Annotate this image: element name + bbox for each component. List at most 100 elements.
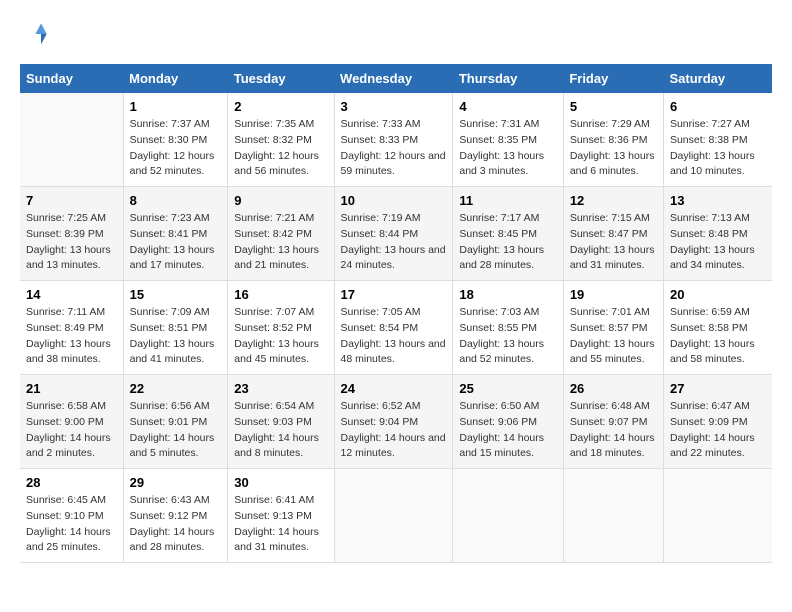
week-row-5: 28 Sunrise: 6:45 AMSunset: 9:10 PMDayligh… <box>20 469 772 563</box>
day-cell: 1 Sunrise: 7:37 AMSunset: 8:30 PMDaylight… <box>123 93 228 187</box>
day-cell: 14 Sunrise: 7:11 AMSunset: 8:49 PMDayligh… <box>20 281 123 375</box>
day-info: Sunrise: 7:01 AMSunset: 8:57 PMDaylight:… <box>570 305 657 368</box>
col-header-wednesday: Wednesday <box>334 64 453 93</box>
day-info: Sunrise: 6:48 AMSunset: 9:07 PMDaylight:… <box>570 399 657 462</box>
day-info: Sunrise: 7:29 AMSunset: 8:36 PMDaylight:… <box>570 117 657 180</box>
day-info: Sunrise: 7:35 AMSunset: 8:32 PMDaylight:… <box>234 117 327 180</box>
day-number: 1 <box>130 99 222 114</box>
day-cell: 28 Sunrise: 6:45 AMSunset: 9:10 PMDayligh… <box>20 469 123 563</box>
col-header-saturday: Saturday <box>663 64 772 93</box>
day-cell: 24Sunrise: 6:52 AMSunset: 9:04 PMDayligh… <box>334 375 453 469</box>
logo <box>20 20 52 48</box>
day-cell: 23 Sunrise: 6:54 AMSunset: 9:03 PMDayligh… <box>228 375 334 469</box>
day-number: 19 <box>570 287 657 302</box>
day-number: 12 <box>570 193 657 208</box>
day-cell: 13 Sunrise: 7:13 AMSunset: 8:48 PMDayligh… <box>663 187 772 281</box>
day-info: Sunrise: 7:33 AMSunset: 8:33 PMDaylight:… <box>341 117 447 180</box>
day-info: Sunrise: 6:43 AMSunset: 9:12 PMDaylight:… <box>130 493 222 556</box>
day-cell: 3 Sunrise: 7:33 AMSunset: 8:33 PMDaylight… <box>334 93 453 187</box>
day-info: Sunrise: 6:56 AMSunset: 9:01 PMDaylight:… <box>130 399 222 462</box>
day-cell: 6Sunrise: 7:27 AMSunset: 8:38 PMDaylight… <box>663 93 772 187</box>
day-info: Sunrise: 7:07 AMSunset: 8:52 PMDaylight:… <box>234 305 327 368</box>
day-cell: 5 Sunrise: 7:29 AMSunset: 8:36 PMDaylight… <box>563 93 663 187</box>
day-number: 11 <box>459 193 556 208</box>
day-info: Sunrise: 7:23 AMSunset: 8:41 PMDaylight:… <box>130 211 222 274</box>
day-info: Sunrise: 7:25 AMSunset: 8:39 PMDaylight:… <box>26 211 117 274</box>
logo-icon <box>20 20 48 48</box>
week-row-3: 14 Sunrise: 7:11 AMSunset: 8:49 PMDayligh… <box>20 281 772 375</box>
day-info: Sunrise: 7:17 AMSunset: 8:45 PMDaylight:… <box>459 211 556 274</box>
day-cell: 2 Sunrise: 7:35 AMSunset: 8:32 PMDaylight… <box>228 93 334 187</box>
day-number: 28 <box>26 475 117 490</box>
day-cell <box>453 469 563 563</box>
day-info: Sunrise: 7:31 AMSunset: 8:35 PMDaylight:… <box>459 117 556 180</box>
day-cell: 8 Sunrise: 7:23 AMSunset: 8:41 PMDaylight… <box>123 187 228 281</box>
day-number: 25 <box>459 381 556 396</box>
day-info: Sunrise: 6:54 AMSunset: 9:03 PMDaylight:… <box>234 399 327 462</box>
day-cell: 26Sunrise: 6:48 AMSunset: 9:07 PMDayligh… <box>563 375 663 469</box>
col-header-friday: Friday <box>563 64 663 93</box>
day-number: 8 <box>130 193 222 208</box>
day-cell: 27 Sunrise: 6:47 AMSunset: 9:09 PMDayligh… <box>663 375 772 469</box>
day-cell <box>20 93 123 187</box>
week-row-4: 21 Sunrise: 6:58 AMSunset: 9:00 PMDayligh… <box>20 375 772 469</box>
day-info: Sunrise: 7:09 AMSunset: 8:51 PMDaylight:… <box>130 305 222 368</box>
day-cell: 15 Sunrise: 7:09 AMSunset: 8:51 PMDayligh… <box>123 281 228 375</box>
calendar-header-row: SundayMondayTuesdayWednesdayThursdayFrid… <box>20 64 772 93</box>
day-number: 21 <box>26 381 117 396</box>
day-number: 20 <box>670 287 766 302</box>
day-number: 6 <box>670 99 766 114</box>
day-cell: 18Sunrise: 7:03 AMSunset: 8:55 PMDayligh… <box>453 281 563 375</box>
day-cell <box>334 469 453 563</box>
day-cell <box>663 469 772 563</box>
day-info: Sunrise: 6:58 AMSunset: 9:00 PMDaylight:… <box>26 399 117 462</box>
day-number: 2 <box>234 99 327 114</box>
day-info: Sunrise: 7:15 AMSunset: 8:47 PMDaylight:… <box>570 211 657 274</box>
day-info: Sunrise: 7:03 AMSunset: 8:55 PMDaylight:… <box>459 305 556 368</box>
day-cell: 9 Sunrise: 7:21 AMSunset: 8:42 PMDaylight… <box>228 187 334 281</box>
week-row-2: 7Sunrise: 7:25 AMSunset: 8:39 PMDaylight… <box>20 187 772 281</box>
col-header-sunday: Sunday <box>20 64 123 93</box>
day-number: 9 <box>234 193 327 208</box>
day-cell <box>563 469 663 563</box>
day-info: Sunrise: 7:13 AMSunset: 8:48 PMDaylight:… <box>670 211 766 274</box>
day-cell: 7Sunrise: 7:25 AMSunset: 8:39 PMDaylight… <box>20 187 123 281</box>
day-cell: 12 Sunrise: 7:15 AMSunset: 8:47 PMDayligh… <box>563 187 663 281</box>
day-info: Sunrise: 7:19 AMSunset: 8:44 PMDaylight:… <box>341 211 447 274</box>
day-cell: 30 Sunrise: 6:41 AMSunset: 9:13 PMDayligh… <box>228 469 334 563</box>
day-number: 14 <box>26 287 117 302</box>
day-cell: 17 Sunrise: 7:05 AMSunset: 8:54 PMDayligh… <box>334 281 453 375</box>
day-number: 30 <box>234 475 327 490</box>
day-cell: 22 Sunrise: 6:56 AMSunset: 9:01 PMDayligh… <box>123 375 228 469</box>
day-cell: 4 Sunrise: 7:31 AMSunset: 8:35 PMDaylight… <box>453 93 563 187</box>
day-number: 5 <box>570 99 657 114</box>
day-cell: 11 Sunrise: 7:17 AMSunset: 8:45 PMDayligh… <box>453 187 563 281</box>
day-info: Sunrise: 6:59 AMSunset: 8:58 PMDaylight:… <box>670 305 766 368</box>
day-cell: 21 Sunrise: 6:58 AMSunset: 9:00 PMDayligh… <box>20 375 123 469</box>
day-number: 17 <box>341 287 447 302</box>
day-number: 3 <box>341 99 447 114</box>
day-cell: 25Sunrise: 6:50 AMSunset: 9:06 PMDayligh… <box>453 375 563 469</box>
day-info: Sunrise: 6:45 AMSunset: 9:10 PMDaylight:… <box>26 493 117 556</box>
day-number: 27 <box>670 381 766 396</box>
week-row-1: 1 Sunrise: 7:37 AMSunset: 8:30 PMDaylight… <box>20 93 772 187</box>
day-cell: 29Sunrise: 6:43 AMSunset: 9:12 PMDayligh… <box>123 469 228 563</box>
day-info: Sunrise: 6:52 AMSunset: 9:04 PMDaylight:… <box>341 399 447 462</box>
day-info: Sunrise: 6:41 AMSunset: 9:13 PMDaylight:… <box>234 493 327 556</box>
day-cell: 20 Sunrise: 6:59 AMSunset: 8:58 PMDayligh… <box>663 281 772 375</box>
col-header-thursday: Thursday <box>453 64 563 93</box>
day-info: Sunrise: 7:21 AMSunset: 8:42 PMDaylight:… <box>234 211 327 274</box>
day-number: 23 <box>234 381 327 396</box>
day-info: Sunrise: 7:11 AMSunset: 8:49 PMDaylight:… <box>26 305 117 368</box>
day-number: 4 <box>459 99 556 114</box>
day-info: Sunrise: 7:05 AMSunset: 8:54 PMDaylight:… <box>341 305 447 368</box>
day-number: 15 <box>130 287 222 302</box>
day-cell: 10Sunrise: 7:19 AMSunset: 8:44 PMDayligh… <box>334 187 453 281</box>
col-header-tuesday: Tuesday <box>228 64 334 93</box>
page-header <box>20 20 772 48</box>
day-info: Sunrise: 7:37 AMSunset: 8:30 PMDaylight:… <box>130 117 222 180</box>
day-cell: 16Sunrise: 7:07 AMSunset: 8:52 PMDayligh… <box>228 281 334 375</box>
day-number: 13 <box>670 193 766 208</box>
day-number: 22 <box>130 381 222 396</box>
day-info: Sunrise: 6:47 AMSunset: 9:09 PMDaylight:… <box>670 399 766 462</box>
